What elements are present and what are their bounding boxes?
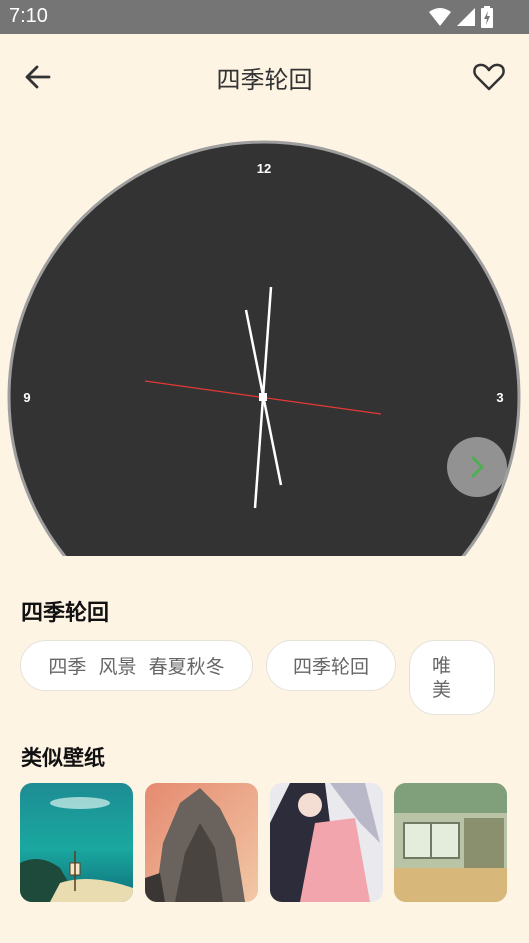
wallpaper-preview[interactable]: 12 9 3 bbox=[0, 118, 529, 556]
tag-chip[interactable]: 四季轮回 bbox=[266, 640, 396, 691]
similar-wallpaper-thumbnail[interactable] bbox=[145, 783, 258, 902]
signal-icon bbox=[457, 8, 475, 26]
tag-chip[interactable]: 四季 风景 春夏秋冬 bbox=[20, 640, 253, 691]
clock-label-9: 9 bbox=[23, 390, 30, 405]
cliff-image bbox=[145, 783, 258, 902]
app-bar: 四季轮回 bbox=[0, 34, 529, 118]
wallpaper-title: 四季轮回 bbox=[21, 601, 110, 626]
ocean-easel-image bbox=[20, 783, 133, 902]
wifi-icon bbox=[429, 8, 451, 26]
similar-wallpaper-thumbnail[interactable] bbox=[394, 783, 507, 902]
clock-label-3: 3 bbox=[496, 390, 503, 405]
chevron-right-icon bbox=[471, 456, 484, 478]
favorite-button[interactable] bbox=[472, 60, 506, 94]
battery-icon bbox=[481, 6, 493, 28]
similar-wallpaper-thumbnail[interactable] bbox=[20, 783, 133, 902]
status-time: 7:10 bbox=[9, 5, 48, 27]
station-room-image bbox=[394, 783, 507, 902]
clock-center bbox=[259, 393, 267, 401]
similar-title: 类似壁纸 bbox=[21, 746, 105, 770]
status-bar: 7:10 bbox=[0, 0, 529, 34]
clock-label-12: 12 bbox=[257, 161, 271, 176]
next-button[interactable] bbox=[447, 437, 507, 497]
heart-outline-icon bbox=[473, 63, 505, 91]
anime-girl-image bbox=[270, 783, 383, 902]
similar-wallpaper-thumbnail[interactable] bbox=[270, 783, 383, 902]
tag-chip[interactable]: 唯 美 bbox=[409, 640, 495, 715]
page-title: 四季轮回 bbox=[216, 66, 313, 94]
